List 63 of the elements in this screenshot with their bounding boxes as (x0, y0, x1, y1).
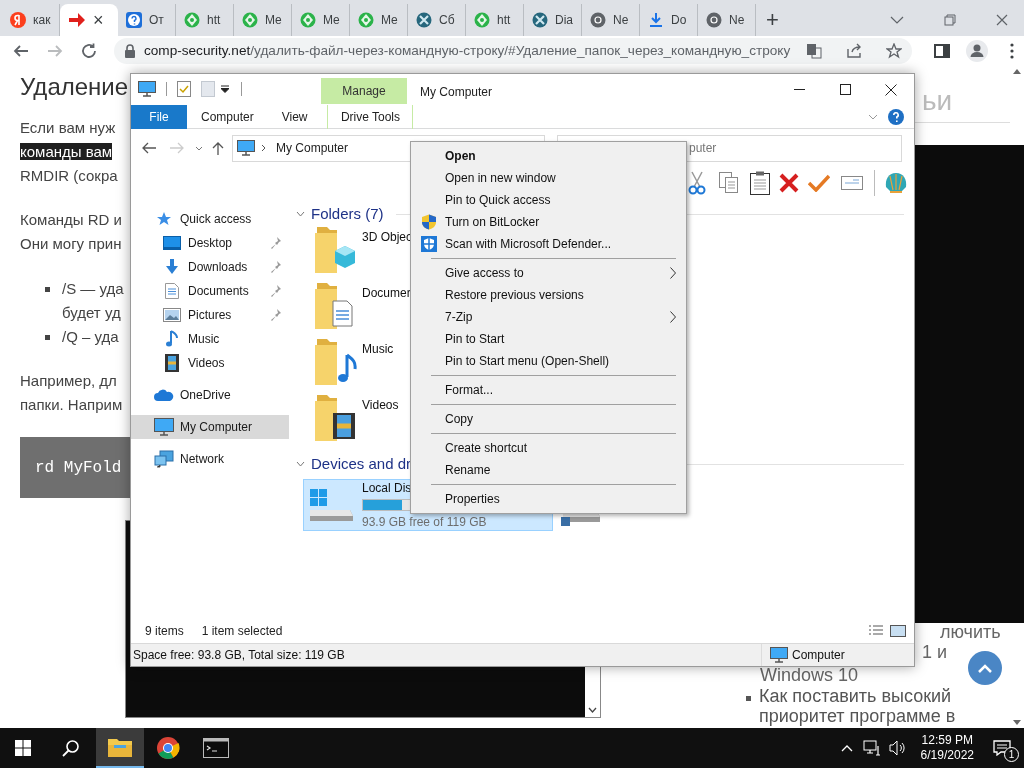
menu-item[interactable]: Format... (411, 379, 686, 401)
close-tab-button[interactable]: × (93, 11, 104, 29)
folder-item[interactable]: 3D Objec (311, 225, 413, 281)
folder-item[interactable]: Videos (311, 393, 413, 449)
nav-item[interactable]: Downloads (131, 255, 289, 279)
menu-item[interactable]: Properties (411, 488, 686, 510)
nav-item[interactable]: My Computer (131, 415, 289, 439)
text-line: /S — уда (62, 279, 124, 299)
nav-item[interactable]: OneDrive (131, 383, 289, 407)
nav-item[interactable]: Videos (131, 351, 289, 375)
group-header[interactable]: Devices and dr (311, 452, 412, 476)
menu-item[interactable]: Pin to Start (411, 328, 686, 350)
nav-item[interactable]: Desktop (131, 231, 289, 255)
text-line: Например, дл (20, 372, 117, 389)
menu-item[interactable]: Copy (411, 408, 686, 430)
notification-badge: 1 (1004, 747, 1019, 762)
text-line: /Q – уда (62, 327, 119, 347)
article-heading: ьи (922, 84, 953, 118)
text-line: лючить (940, 621, 1001, 644)
ribbon-tab[interactable]: File (131, 104, 187, 129)
nav-item[interactable]: Pictures (131, 303, 289, 327)
window-title: My Computer (420, 84, 493, 101)
notification-button[interactable]: 1 (980, 728, 1024, 768)
text-line: Windows 10 (760, 664, 859, 687)
folder-item[interactable]: Music (311, 337, 413, 393)
text-line: 1 и (922, 641, 948, 664)
selection-count: 1 item selected (201, 623, 283, 640)
menu-item[interactable]: 7-Zip (411, 306, 686, 328)
article-heading: Удаление (20, 73, 129, 100)
contextual-tab-header: Manage (321, 78, 407, 104)
menu-item[interactable]: Scan with Microsoft Defender... (411, 233, 686, 255)
url-text: comp-security.net/удалить-файл-через-командную-строку/#Удаление_папок_через_командную_строку (144, 41, 791, 60)
browser-tab[interactable]: × (60, 4, 118, 36)
text-line: Команды RD и (20, 211, 122, 228)
text-line: будет уд (62, 303, 122, 323)
text-line: Как поставить высокий (759, 686, 953, 706)
ribbon-tab[interactable]: Drive Tools (327, 104, 414, 129)
ribbon-tab[interactable]: View (267, 104, 322, 129)
menu-item[interactable]: Pin to Start menu (Open-Shell) (411, 350, 686, 372)
nav-item[interactable]: Quick access (131, 207, 289, 231)
ribbon-tab[interactable]: Computer (187, 104, 268, 129)
clock[interactable]: 12:59 PM 6/19/2022 (914, 733, 980, 763)
location-info: Computer (792, 647, 845, 664)
menu-item[interactable]: Rename (411, 459, 686, 481)
text-line: Они могу прин (20, 235, 122, 252)
address-bar[interactable]: comp-security.net/удалить-файл-через-командную-строку/#Удаление_папок_через_командную_строку (114, 38, 913, 64)
menu-item[interactable]: Pin to Quick access (411, 189, 686, 211)
text-line: папки. Наприм (20, 396, 123, 413)
menu-item[interactable]: Turn on BitLocker (411, 211, 686, 233)
menu-item[interactable]: Open in new window (411, 167, 686, 189)
menu-item[interactable]: Give access to (411, 262, 686, 284)
group-header[interactable]: Folders (7) (311, 202, 384, 226)
folder-item[interactable]: Documer (311, 281, 413, 337)
menu-item[interactable]: Restore previous versions (411, 284, 686, 306)
nav-item[interactable]: Music (131, 327, 289, 351)
menu-item[interactable]: Create shortcut (411, 437, 686, 459)
text-line: RMDIR (сокра (20, 167, 118, 184)
text-line: Если вам нуж (20, 119, 116, 136)
new-tab-button[interactable]: + (766, 9, 779, 31)
space-info: Space free: 93.8 GB, Total size: 119 GB (132, 647, 346, 664)
text-line: приоритет программе в (759, 706, 956, 726)
item-count: 9 items (145, 623, 184, 640)
nav-item[interactable]: Documents (131, 279, 289, 303)
